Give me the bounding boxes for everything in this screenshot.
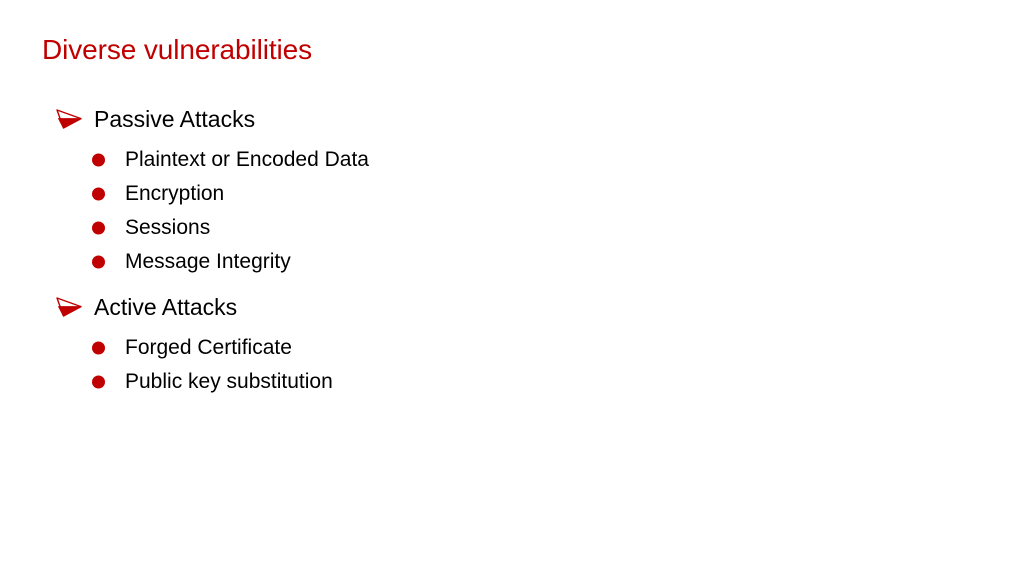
disc-bullet-icon: [92, 331, 125, 365]
list-item-level1[interactable]: Passive Attacks: [0, 100, 1024, 138]
list-item-level2[interactable]: Plaintext or Encoded Data: [0, 143, 1024, 177]
list-item-level2-label: Encryption: [125, 182, 225, 205]
outline-group: Active Attacks Forged Certificate Public…: [0, 288, 1024, 399]
list-item-level2[interactable]: Public key substitution: [0, 365, 1024, 399]
list-item-level2-label: Public key substitution: [125, 370, 333, 393]
disc-bullet-icon: [92, 177, 125, 211]
list-item-level2[interactable]: Message Integrity: [0, 245, 1024, 279]
list-item-level2-label: Forged Certificate: [125, 336, 292, 359]
page-title: Diverse vulnerabilities: [42, 34, 313, 65]
list-item-level2[interactable]: Forged Certificate: [0, 331, 1024, 365]
arrowhead-bullet-icon: [56, 100, 94, 138]
slide-canvas: Diverse vulnerabilities Passive Attacks …: [0, 0, 1024, 576]
outline-group: Passive Attacks Plaintext or Encoded Dat…: [0, 100, 1024, 279]
disc-bullet-icon: [92, 365, 125, 399]
list-item-level1-label: Active Attacks: [94, 294, 238, 320]
disc-bullet-icon: [92, 245, 125, 279]
list-item-level2-label: Sessions: [125, 216, 211, 239]
list-item-level2-label: Plaintext or Encoded Data: [125, 148, 369, 171]
list-item-level1[interactable]: Active Attacks: [0, 288, 1024, 326]
list-item-level2-label: Message Integrity: [125, 250, 291, 273]
list-item-level2[interactable]: Sessions: [0, 211, 1024, 245]
disc-bullet-icon: [92, 143, 125, 177]
list-item-level2[interactable]: Encryption: [0, 177, 1024, 211]
disc-bullet-icon: [92, 211, 125, 245]
list-item-level1-label: Passive Attacks: [94, 106, 256, 132]
arrowhead-bullet-icon: [56, 288, 94, 326]
content-outline: Passive Attacks Plaintext or Encoded Dat…: [0, 100, 1024, 399]
